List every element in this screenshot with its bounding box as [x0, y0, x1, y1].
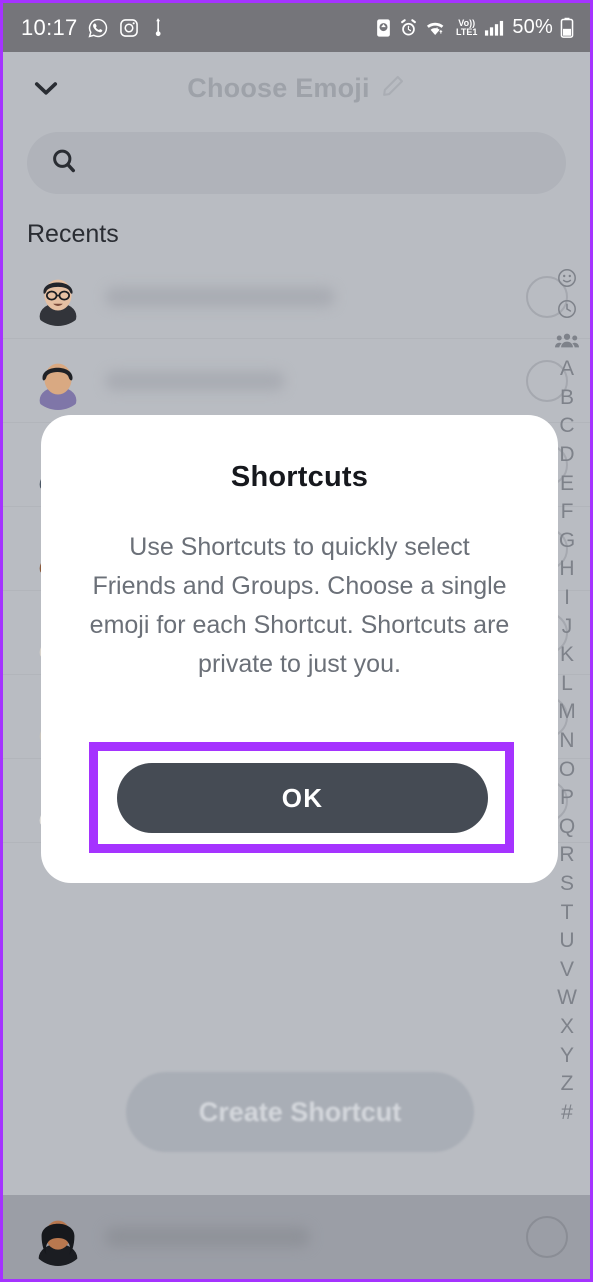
avatar	[29, 352, 87, 410]
wifi-icon	[425, 18, 449, 38]
index-letter[interactable]: O	[559, 755, 575, 784]
contact-name	[105, 286, 335, 307]
ok-button-highlight: OK	[89, 742, 514, 853]
contact-name	[105, 1227, 310, 1247]
index-letter[interactable]: C	[559, 412, 574, 441]
whatsapp-icon	[87, 17, 109, 39]
index-letter[interactable]: B	[560, 384, 574, 413]
index-letter[interactable]: G	[559, 527, 575, 556]
index-letter[interactable]: A	[560, 355, 574, 384]
instagram-icon	[118, 17, 140, 39]
alarm-icon	[399, 18, 418, 38]
index-letter[interactable]: Y	[560, 1041, 574, 1070]
index-letter[interactable]: N	[559, 727, 574, 756]
volte-indicator: Vo)) LTE1	[456, 19, 478, 37]
group-icon[interactable]	[555, 324, 579, 355]
index-letter[interactable]: K	[560, 641, 574, 670]
index-letter[interactable]: F	[561, 498, 574, 527]
index-letter[interactable]: E	[560, 469, 574, 498]
signal-bars-icon	[484, 19, 505, 37]
index-letter[interactable]: J	[562, 612, 573, 641]
header-title-group: Choose Emoji	[3, 52, 590, 124]
screen-record-icon	[375, 18, 392, 38]
list-item[interactable]	[3, 339, 590, 423]
battery-icon	[560, 17, 574, 38]
search-icon	[49, 146, 79, 181]
dialog-title: Shortcuts	[230, 461, 369, 493]
index-letter[interactable]: #	[561, 1098, 573, 1127]
section-title-recents: Recents	[27, 220, 119, 248]
contact-name	[105, 370, 285, 391]
index-letter[interactable]: M	[558, 698, 576, 727]
index-letter[interactable]: I	[564, 584, 570, 613]
volte-line-2: LTE1	[456, 26, 478, 37]
phone-screenshot: 10:17 Vo)) LTE1 50% Choose Emoji Recents…	[0, 0, 593, 1282]
usb-icon	[149, 17, 167, 39]
page-title: Choose Emoji	[187, 72, 370, 103]
index-letter[interactable]: R	[559, 841, 574, 870]
screen-header: Choose Emoji	[3, 52, 590, 124]
index-letter[interactable]: L	[561, 670, 573, 699]
status-bar-right: Vo)) LTE1 50%	[375, 16, 574, 39]
chevron-down-icon[interactable]	[25, 67, 67, 109]
index-letter[interactable]: V	[560, 955, 574, 984]
index-letter[interactable]: S	[560, 870, 574, 899]
index-letter[interactable]: X	[560, 1013, 574, 1042]
avatar	[29, 268, 87, 326]
index-letter[interactable]: U	[559, 927, 574, 956]
search-input[interactable]	[27, 132, 566, 194]
list-item[interactable]	[3, 1195, 590, 1279]
index-letter[interactable]: W	[557, 984, 577, 1013]
select-toggle[interactable]	[526, 1216, 568, 1258]
shortcuts-dialog: Shortcuts Use Shortcuts to quickly selec…	[41, 415, 558, 883]
index-letter[interactable]: T	[561, 898, 574, 927]
ok-button[interactable]: OK	[117, 763, 488, 833]
pencil-icon[interactable]	[380, 73, 406, 104]
index-letter[interactable]: Z	[561, 1070, 574, 1099]
create-shortcut-button[interactable]: Create Shortcut	[126, 1072, 474, 1152]
clock-icon[interactable]	[556, 293, 578, 324]
status-bar-left: 10:17	[21, 15, 167, 41]
index-letter[interactable]: P	[560, 784, 574, 813]
index-letter[interactable]: Q	[559, 813, 575, 842]
index-letter[interactable]: D	[559, 441, 574, 470]
avatar	[29, 1208, 87, 1266]
list-item[interactable]	[3, 255, 590, 339]
status-bar-clock: 10:17	[21, 14, 78, 40]
bottom-list-band	[3, 1195, 590, 1279]
dialog-body-text: Use Shortcuts to quickly select Friends …	[89, 533, 510, 678]
index-letter[interactable]: H	[559, 555, 574, 584]
emoji-smiley-icon[interactable]	[556, 262, 578, 293]
battery-percent-label: 50%	[512, 16, 553, 38]
status-bar: 10:17 Vo)) LTE1 50%	[3, 3, 590, 52]
